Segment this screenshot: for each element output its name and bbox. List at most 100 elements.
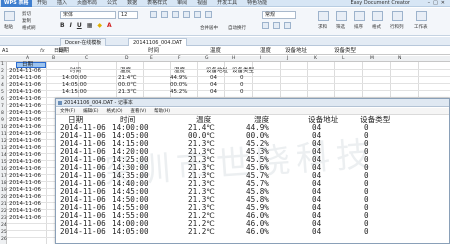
row-col-icon[interactable]: [392, 11, 403, 21]
cell-date[interactable]: 2014-11-06: [9, 201, 41, 208]
cell-time[interactable]: 14:15:00: [62, 89, 87, 96]
cell-date[interactable]: 2014-11-06: [9, 131, 41, 138]
align-center-icon[interactable]: [194, 11, 201, 18]
menu-developer[interactable]: 开发工具: [212, 0, 242, 7]
cell-humidity[interactable]: 44.9%: [170, 75, 187, 82]
fill-color-icon[interactable]: ◆: [97, 22, 102, 29]
format-button[interactable]: 格式: [372, 24, 381, 30]
cell-humidity[interactable]: 45.2%: [170, 89, 187, 96]
bold-button[interactable]: B: [60, 22, 65, 29]
italic-button[interactable]: I: [70, 22, 72, 29]
format-painter-button[interactable]: 格式刷: [22, 25, 36, 31]
cell-date[interactable]: 2014-11-06: [9, 117, 41, 124]
column-header-c[interactable]: C: [85, 56, 88, 62]
menu-review[interactable]: 审阅: [172, 0, 192, 7]
cell-date[interactable]: 2014-11-06: [9, 159, 41, 166]
worksheet-button[interactable]: 工作表: [414, 24, 428, 30]
cell-date[interactable]: 2014-11-06: [9, 180, 41, 187]
cell-date[interactable]: 2014-11-06: [9, 75, 41, 82]
menu-formulas[interactable]: 公式: [102, 0, 122, 7]
tab-dat-file[interactable]: 20141106_004.DAT: [128, 38, 187, 46]
column-header-h[interactable]: H: [232, 56, 235, 62]
notepad-menu-format[interactable]: 格式(O): [102, 108, 126, 114]
cell-date[interactable]: 2014-11-06: [9, 187, 41, 194]
window-controls[interactable]: –□✕: [428, 0, 448, 7]
row-header[interactable]: 2: [1, 69, 4, 74]
row-col-button[interactable]: 行和列: [390, 24, 404, 30]
decimal-icon[interactable]: [284, 22, 291, 29]
sum-button[interactable]: 求和: [318, 24, 327, 30]
row-header[interactable]: 16: [1, 167, 7, 172]
cell-temp[interactable]: 21.4℃: [118, 75, 136, 82]
row-header[interactable]: 20: [1, 195, 7, 200]
row-header[interactable]: 10: [1, 125, 7, 130]
format-icon[interactable]: [372, 11, 383, 21]
align-bottom-icon[interactable]: [172, 11, 179, 18]
notepad-text-area[interactable]: 深圳市世晓科技 日期 时间 温度 湿度 设备地址 设备类型 2014-11-06 14:00:…: [56, 116, 449, 244]
row-header[interactable]: 7: [1, 104, 4, 109]
filter-icon[interactable]: [336, 11, 347, 21]
align-right-icon[interactable]: [205, 11, 212, 18]
cell-date[interactable]: 2014-11-06: [9, 82, 41, 89]
row-header[interactable]: 3: [1, 76, 4, 81]
cell-device-address[interactable]: 04: [210, 89, 217, 96]
row-header[interactable]: 12: [1, 139, 7, 144]
underline-button[interactable]: U: [77, 22, 82, 29]
cell-device-type[interactable]: 0: [240, 75, 244, 82]
cell-device-address[interactable]: 04: [210, 82, 217, 89]
cell-temp[interactable]: 21.3℃: [118, 89, 136, 96]
fx-icon[interactable]: fx: [40, 48, 45, 54]
row-header[interactable]: 14: [1, 153, 7, 158]
cell-date[interactable]: 2014-11-06: [9, 145, 41, 152]
row-header[interactable]: 5: [1, 90, 4, 95]
notepad-title-bar[interactable]: 20141106_004.DAT - 记事本: [56, 99, 449, 107]
cell-date[interactable]: 2014-11-06: [9, 96, 41, 103]
cell-date[interactable]: 2014-11-06: [9, 89, 41, 96]
sort-icon[interactable]: [354, 11, 365, 21]
sort-button[interactable]: 排序: [354, 24, 363, 30]
row-header[interactable]: 21: [1, 202, 7, 207]
column-header-n[interactable]: N: [398, 56, 401, 62]
align-middle-icon[interactable]: [161, 11, 168, 18]
column-header-b[interactable]: B: [52, 56, 55, 62]
row-header[interactable]: 26: [1, 237, 7, 242]
column-header-l[interactable]: L: [342, 56, 345, 62]
row-header[interactable]: 11: [1, 132, 7, 137]
column-header-g[interactable]: G: [205, 56, 209, 62]
notepad-menu-file[interactable]: 文件(F): [56, 108, 79, 114]
menu-table-style[interactable]: 表格样式: [142, 0, 172, 7]
cell-date[interactable]: 2014-11-06: [9, 173, 41, 180]
paste-icon[interactable]: [4, 11, 15, 21]
font-size-select[interactable]: 12: [118, 11, 138, 19]
menu-page-layout[interactable]: 页面布局: [72, 0, 102, 7]
merge-center-button[interactable]: 合并居中: [200, 25, 218, 31]
name-box[interactable]: A1: [2, 48, 32, 54]
worksheet-icon[interactable]: [416, 11, 427, 21]
border-icon[interactable]: ▦: [87, 22, 93, 29]
cell-date[interactable]: 2014-11-06: [9, 215, 41, 222]
cell-date[interactable]: 2014-11-06: [9, 68, 41, 75]
row-header[interactable]: 24: [1, 223, 7, 228]
wrap-text-button[interactable]: 自动换行: [228, 25, 246, 31]
cell-date[interactable]: 2014-11-06: [9, 152, 41, 159]
percent-icon[interactable]: [273, 22, 280, 29]
column-header-k[interactable]: K: [314, 56, 317, 62]
row-header[interactable]: 13: [1, 146, 7, 151]
notepad-menu-view[interactable]: 查看(V): [127, 108, 151, 114]
cell-date[interactable]: 2014-11-06: [9, 103, 41, 110]
menu-features[interactable]: 特色功能: [242, 0, 272, 7]
wps-app-menu-button[interactable]: WPS 表格: [1, 0, 32, 7]
cell-date[interactable]: 2014-11-06: [9, 166, 41, 173]
cell-date[interactable]: 2014-11-06: [9, 194, 41, 201]
number-format-select[interactable]: 常规: [262, 11, 296, 19]
column-header-f[interactable]: F: [178, 56, 181, 62]
row-header[interactable]: 17: [1, 174, 7, 179]
row-header[interactable]: 23: [1, 216, 7, 221]
menu-insert[interactable]: 插入: [52, 0, 72, 7]
cell-device-type[interactable]: 0: [240, 82, 244, 89]
row-header[interactable]: 1: [1, 62, 4, 67]
cell-device-type[interactable]: 0: [240, 89, 244, 96]
cell-date[interactable]: 2014-11-06: [9, 124, 41, 131]
currency-icon[interactable]: [262, 22, 269, 29]
row-header[interactable]: 25: [1, 230, 7, 235]
